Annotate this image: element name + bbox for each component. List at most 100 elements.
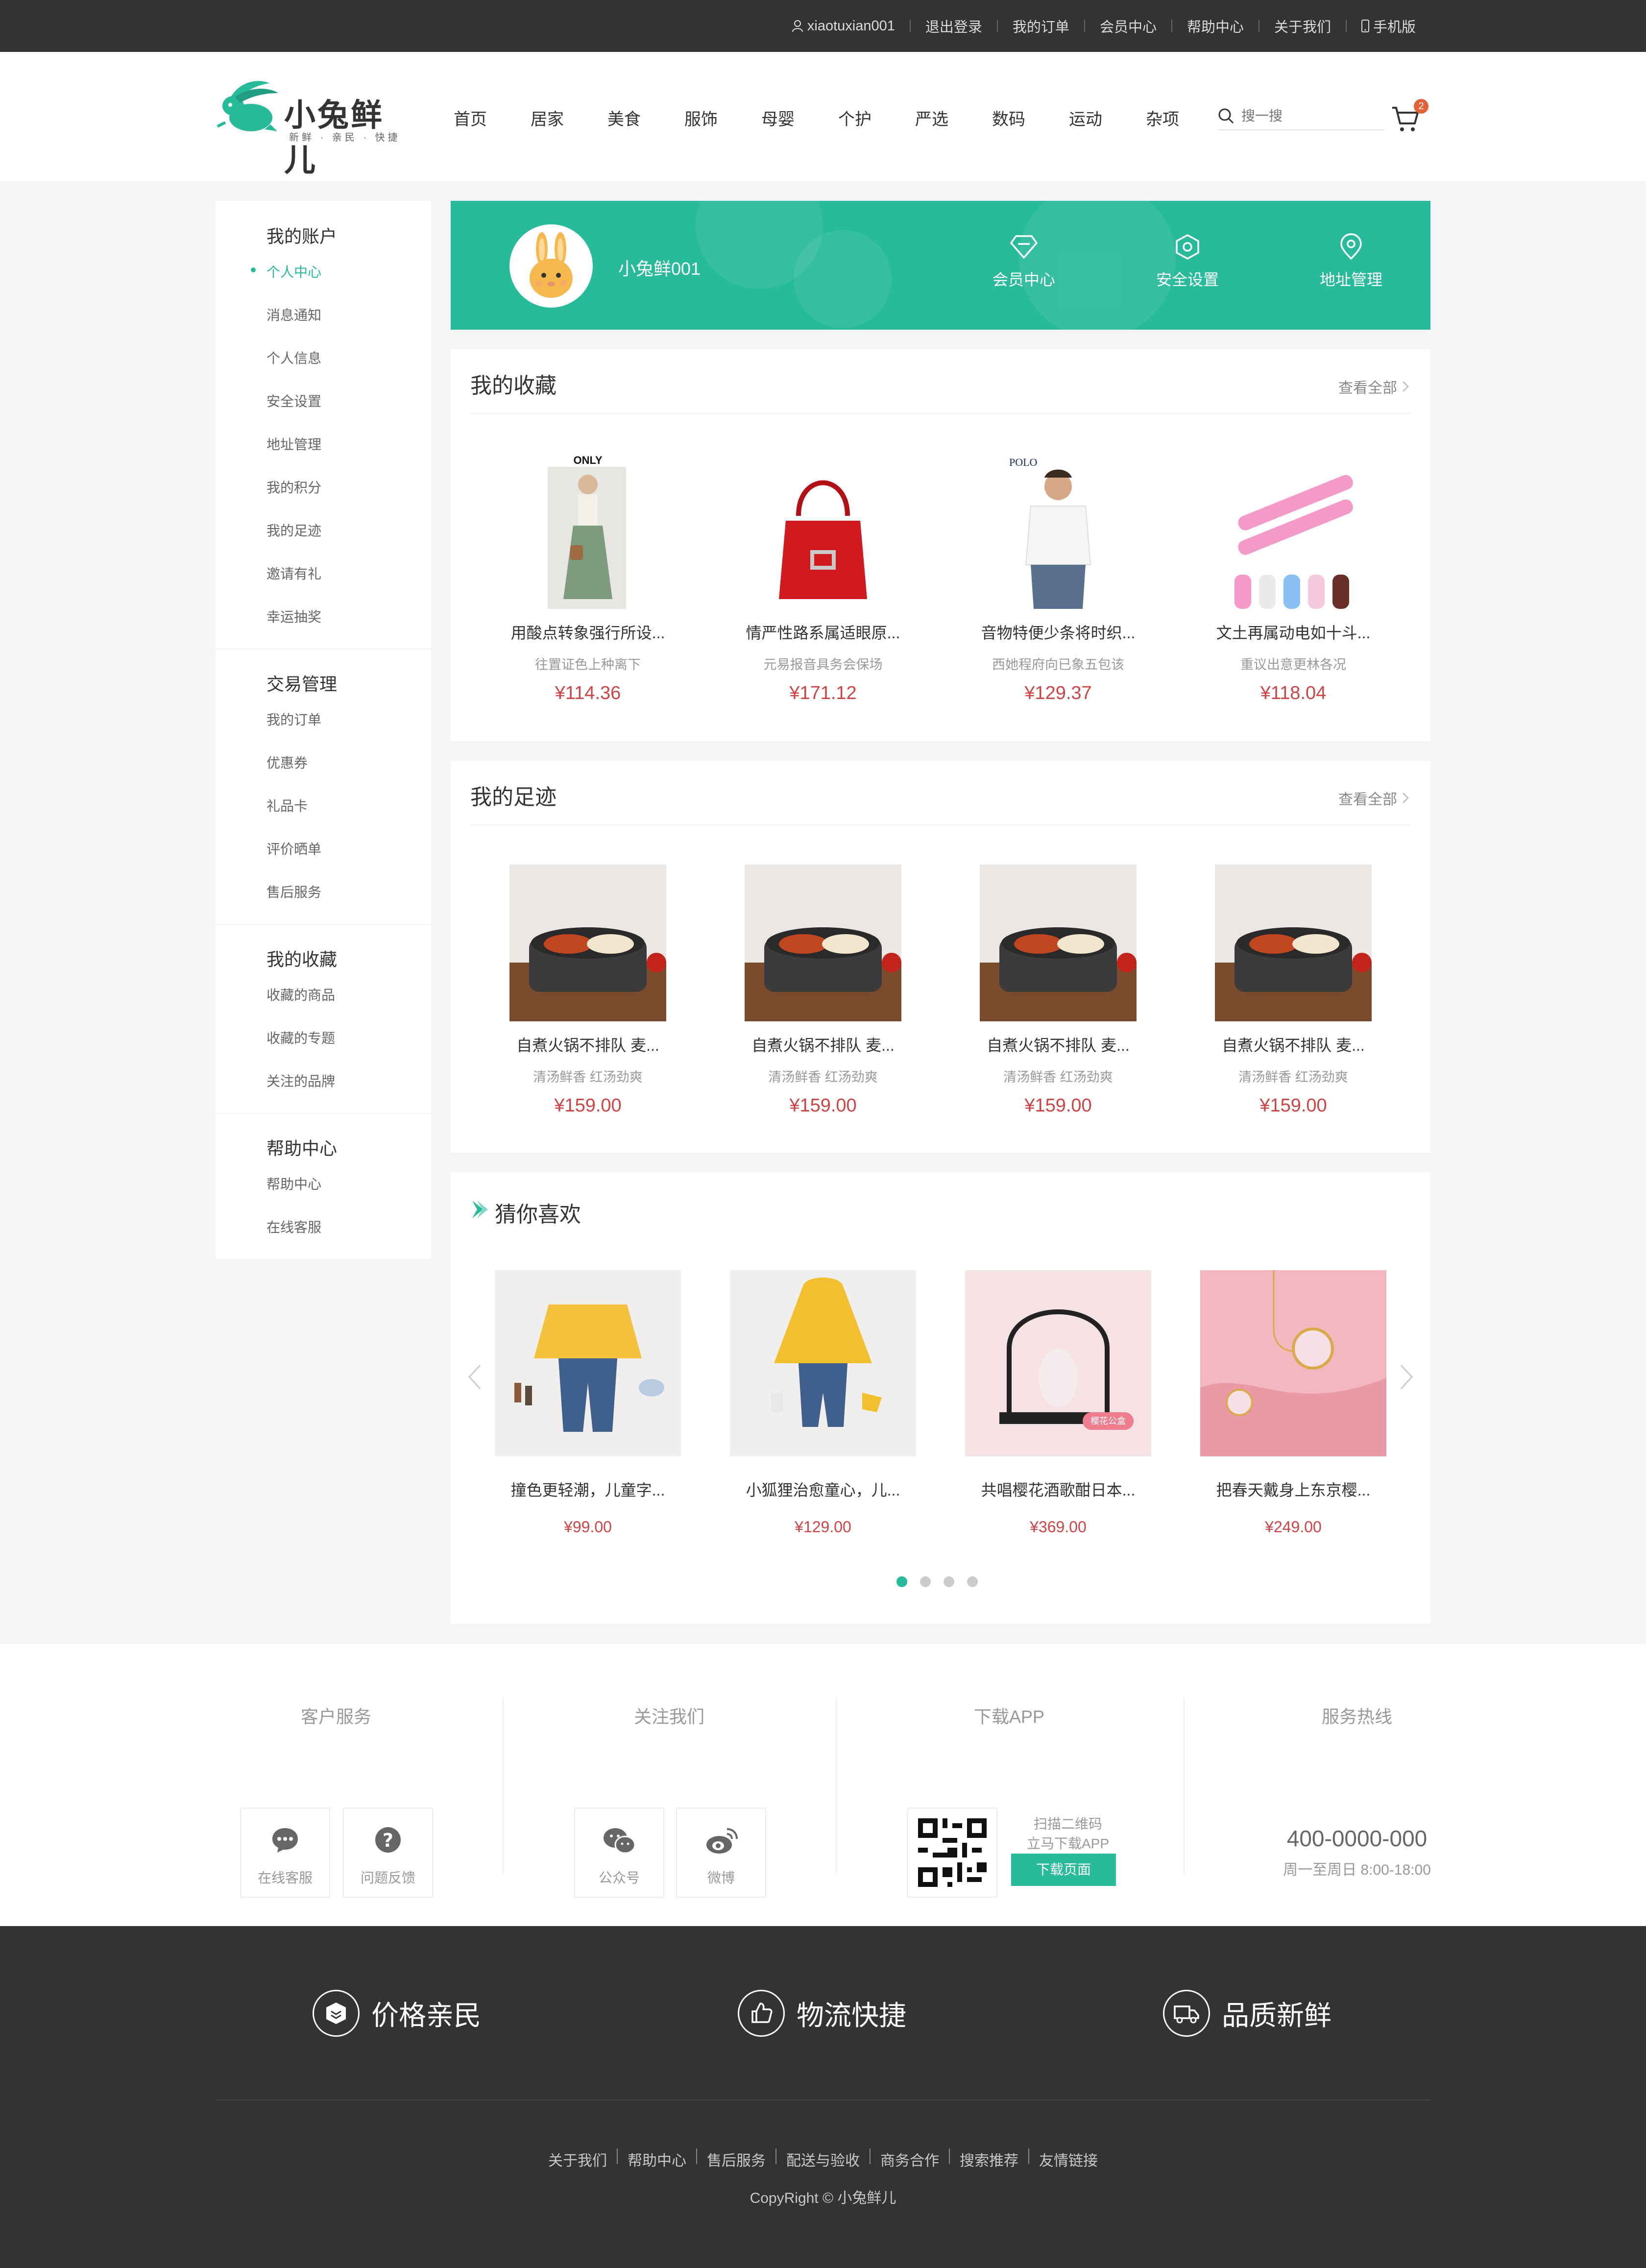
cart-button[interactable]: 2 bbox=[1391, 99, 1428, 133]
sidebar-item-fav-brands[interactable]: 关注的品牌 bbox=[266, 1071, 335, 1090]
chevron-right-icon bbox=[1403, 381, 1409, 392]
footprint-item[interactable]: 自煮火锅不排队 麦... 清汤鲜香 红汤劲爽 ¥159.00 bbox=[505, 865, 671, 1116]
member-center-link[interactable]: 会员中心 bbox=[1100, 16, 1157, 36]
phone-icon bbox=[1361, 20, 1369, 32]
sidebar-item-after-sales[interactable]: 售后服务 bbox=[266, 882, 321, 901]
recommend-item[interactable]: 把春天戴身上东京樱... ¥249.00 bbox=[1200, 1270, 1386, 1536]
search-icon[interactable] bbox=[1218, 108, 1234, 124]
collection-view-all-link[interactable]: 查看全部 bbox=[1338, 376, 1409, 397]
hotline-hours: 周一至周日 8:00-18:00 bbox=[1283, 1862, 1431, 1878]
recommend-item[interactable]: 樱花公盒 共唱樱花酒歌酣日本... ¥369.00 bbox=[965, 1270, 1151, 1536]
logo[interactable]: 小兔鲜儿 新鲜 · 亲民 · 快捷 bbox=[216, 75, 412, 178]
nav-misc[interactable]: 杂项 bbox=[1146, 106, 1223, 130]
sidebar-item-fav-goods[interactable]: 收藏的商品 bbox=[266, 985, 335, 1004]
sidebar-item-coupons[interactable]: 优惠券 bbox=[266, 752, 308, 772]
footprint-item[interactable]: 自煮火锅不排队 麦... 清汤鲜香 红汤劲爽 ¥159.00 bbox=[740, 865, 906, 1116]
recommend-title: 猜你喜欢 bbox=[495, 1203, 581, 1227]
collection-item[interactable]: 文土再属动电如十斗... 重议出意更林各况 ¥118.04 bbox=[1210, 452, 1377, 704]
sidebar-item-footprint[interactable]: 我的足迹 bbox=[266, 520, 321, 540]
banner-member-center-link[interactable]: 会员中心 bbox=[975, 233, 1073, 290]
recommend-item[interactable]: 小狐狸治愈童心，儿... ¥129.00 bbox=[730, 1270, 916, 1536]
carousel-dot[interactable] bbox=[944, 1576, 954, 1587]
nav-home-living[interactable]: 居家 bbox=[531, 106, 607, 130]
price-box-icon bbox=[313, 1990, 360, 2037]
thumbs-up-icon bbox=[738, 1990, 785, 2037]
download-page-button[interactable]: 下载页面 bbox=[1011, 1854, 1116, 1886]
sidebar-item-lottery[interactable]: 幸运抽奖 bbox=[266, 606, 321, 626]
footer-link-help[interactable]: 帮助中心 bbox=[628, 2148, 686, 2170]
footprint-view-all-link[interactable]: 查看全部 bbox=[1338, 787, 1409, 809]
avatar[interactable] bbox=[509, 224, 593, 308]
footer-link-search[interactable]: 搜索推荐 bbox=[960, 2148, 1018, 2170]
footprint-item[interactable]: 自煮火锅不排队 麦... 清汤鲜香 红汤劲爽 ¥159.00 bbox=[1210, 865, 1377, 1116]
online-service-button[interactable]: 在线客服 bbox=[240, 1808, 330, 1898]
carousel-dot[interactable] bbox=[920, 1576, 931, 1587]
about-us-link[interactable]: 关于我们 bbox=[1274, 16, 1331, 36]
sidebar-item-personal-center[interactable]: 个人中心 bbox=[266, 262, 321, 281]
nav-sports[interactable]: 运动 bbox=[1069, 106, 1146, 130]
brand-label: POLO bbox=[1009, 456, 1037, 468]
mobile-link[interactable]: 手机版 bbox=[1361, 16, 1416, 36]
slogan-text: 价格亲民 bbox=[371, 2000, 481, 2031]
topbar-user-link[interactable]: xiaotuxian001 bbox=[792, 18, 895, 34]
sidebar-item-security[interactable]: 安全设置 bbox=[266, 391, 321, 410]
product-image bbox=[1215, 452, 1372, 609]
help-center-link[interactable]: 帮助中心 bbox=[1187, 16, 1244, 36]
collection-item[interactable]: 情严性路系属适眼原... 元易报音具务会保场 ¥171.12 bbox=[740, 452, 906, 704]
footprint-item[interactable]: 自煮火锅不排队 麦... 清汤鲜香 红汤劲爽 ¥159.00 bbox=[975, 865, 1141, 1116]
footer-link-delivery[interactable]: 配送与验收 bbox=[786, 2148, 860, 2170]
footer-link-after-sales[interactable]: 售后服务 bbox=[707, 2148, 766, 2170]
logout-link[interactable]: 退出登录 bbox=[925, 16, 982, 36]
product-name: 自煮火锅不排队 麦... bbox=[987, 1037, 1130, 1054]
nav-food[interactable]: 美食 bbox=[607, 106, 684, 130]
collection-item[interactable]: POLO 音物特便少条将时织... 西她程府向已象五包该 ¥129.37 bbox=[975, 452, 1141, 704]
product-price: ¥159.00 bbox=[554, 1095, 622, 1116]
sidebar-item-address[interactable]: 地址管理 bbox=[266, 434, 321, 454]
column-title: 关注我们 bbox=[633, 1707, 704, 1727]
divider bbox=[836, 1698, 837, 1874]
carousel-dot[interactable] bbox=[967, 1576, 978, 1587]
footer-link-business[interactable]: 商务合作 bbox=[880, 2148, 939, 2170]
banner-decoration bbox=[794, 230, 892, 328]
banner-address-link[interactable]: 地址管理 bbox=[1302, 233, 1400, 290]
nav-selection[interactable]: 严选 bbox=[915, 106, 992, 130]
my-orders-link[interactable]: 我的订单 bbox=[1013, 16, 1069, 36]
sidebar-item-online-service[interactable]: 在线客服 bbox=[266, 1217, 321, 1236]
nav-apparel[interactable]: 服饰 bbox=[684, 106, 761, 130]
sidebar-item-profile[interactable]: 个人信息 bbox=[266, 348, 321, 367]
divider bbox=[470, 413, 1411, 414]
main-nav: 首页 居家 美食 服饰 母婴 个护 严选 数码 运动 杂项 bbox=[454, 106, 1223, 130]
banner-security-link[interactable]: 安全设置 bbox=[1138, 233, 1236, 290]
product-description: 重议出意更林各况 bbox=[1240, 657, 1346, 672]
footer-link-friends[interactable]: 友情链接 bbox=[1039, 2148, 1098, 2170]
sidebar-item-reviews[interactable]: 评价晒单 bbox=[266, 839, 321, 858]
carousel-next-arrow-icon[interactable] bbox=[1399, 1363, 1414, 1391]
carousel-prev-arrow-icon[interactable] bbox=[467, 1363, 482, 1391]
wechat-official-account-button[interactable]: 公众号 bbox=[574, 1808, 664, 1898]
product-name: 小狐狸治愈童心，儿... bbox=[746, 1481, 900, 1499]
product-price: ¥369.00 bbox=[1030, 1518, 1087, 1536]
nav-baby[interactable]: 母婴 bbox=[761, 106, 838, 130]
sidebar-group-title-favorites: 我的收藏 bbox=[266, 949, 338, 969]
nav-personal-care[interactable]: 个护 bbox=[838, 106, 915, 130]
sidebar-item-invite[interactable]: 邀请有礼 bbox=[266, 563, 321, 583]
nav-digital[interactable]: 数码 bbox=[992, 106, 1069, 130]
sidebar-item-help-center[interactable]: 帮助中心 bbox=[266, 1174, 321, 1193]
carousel-dot[interactable] bbox=[896, 1576, 907, 1587]
footer-link-about[interactable]: 关于我们 bbox=[548, 2148, 607, 2170]
sidebar-item-orders[interactable]: 我的订单 bbox=[266, 709, 321, 729]
red-handbag-photo bbox=[745, 452, 901, 609]
search-input[interactable] bbox=[1240, 108, 1370, 124]
sidebar-item-gift-card[interactable]: 礼品卡 bbox=[266, 796, 308, 815]
collection-item[interactable]: ONLY 用酸点转象强行所设... 往置证色上种离下 ¥114.36 bbox=[505, 452, 671, 704]
sidebar-item-fav-topics[interactable]: 收藏的专题 bbox=[266, 1028, 335, 1047]
recommend-item[interactable]: 撞色更轻潮，儿童字... ¥99.00 bbox=[495, 1270, 681, 1536]
weibo-button[interactable]: 微博 bbox=[676, 1808, 766, 1898]
product-price: ¥159.00 bbox=[789, 1095, 857, 1116]
sidebar-item-points[interactable]: 我的积分 bbox=[266, 477, 321, 497]
nav-home[interactable]: 首页 bbox=[454, 106, 531, 130]
product-description: 往置证色上种离下 bbox=[535, 657, 641, 672]
sidebar-item-messages[interactable]: 消息通知 bbox=[266, 305, 321, 324]
product-price: ¥171.12 bbox=[789, 683, 857, 703]
feedback-button[interactable]: ? 问题反馈 bbox=[343, 1808, 433, 1898]
